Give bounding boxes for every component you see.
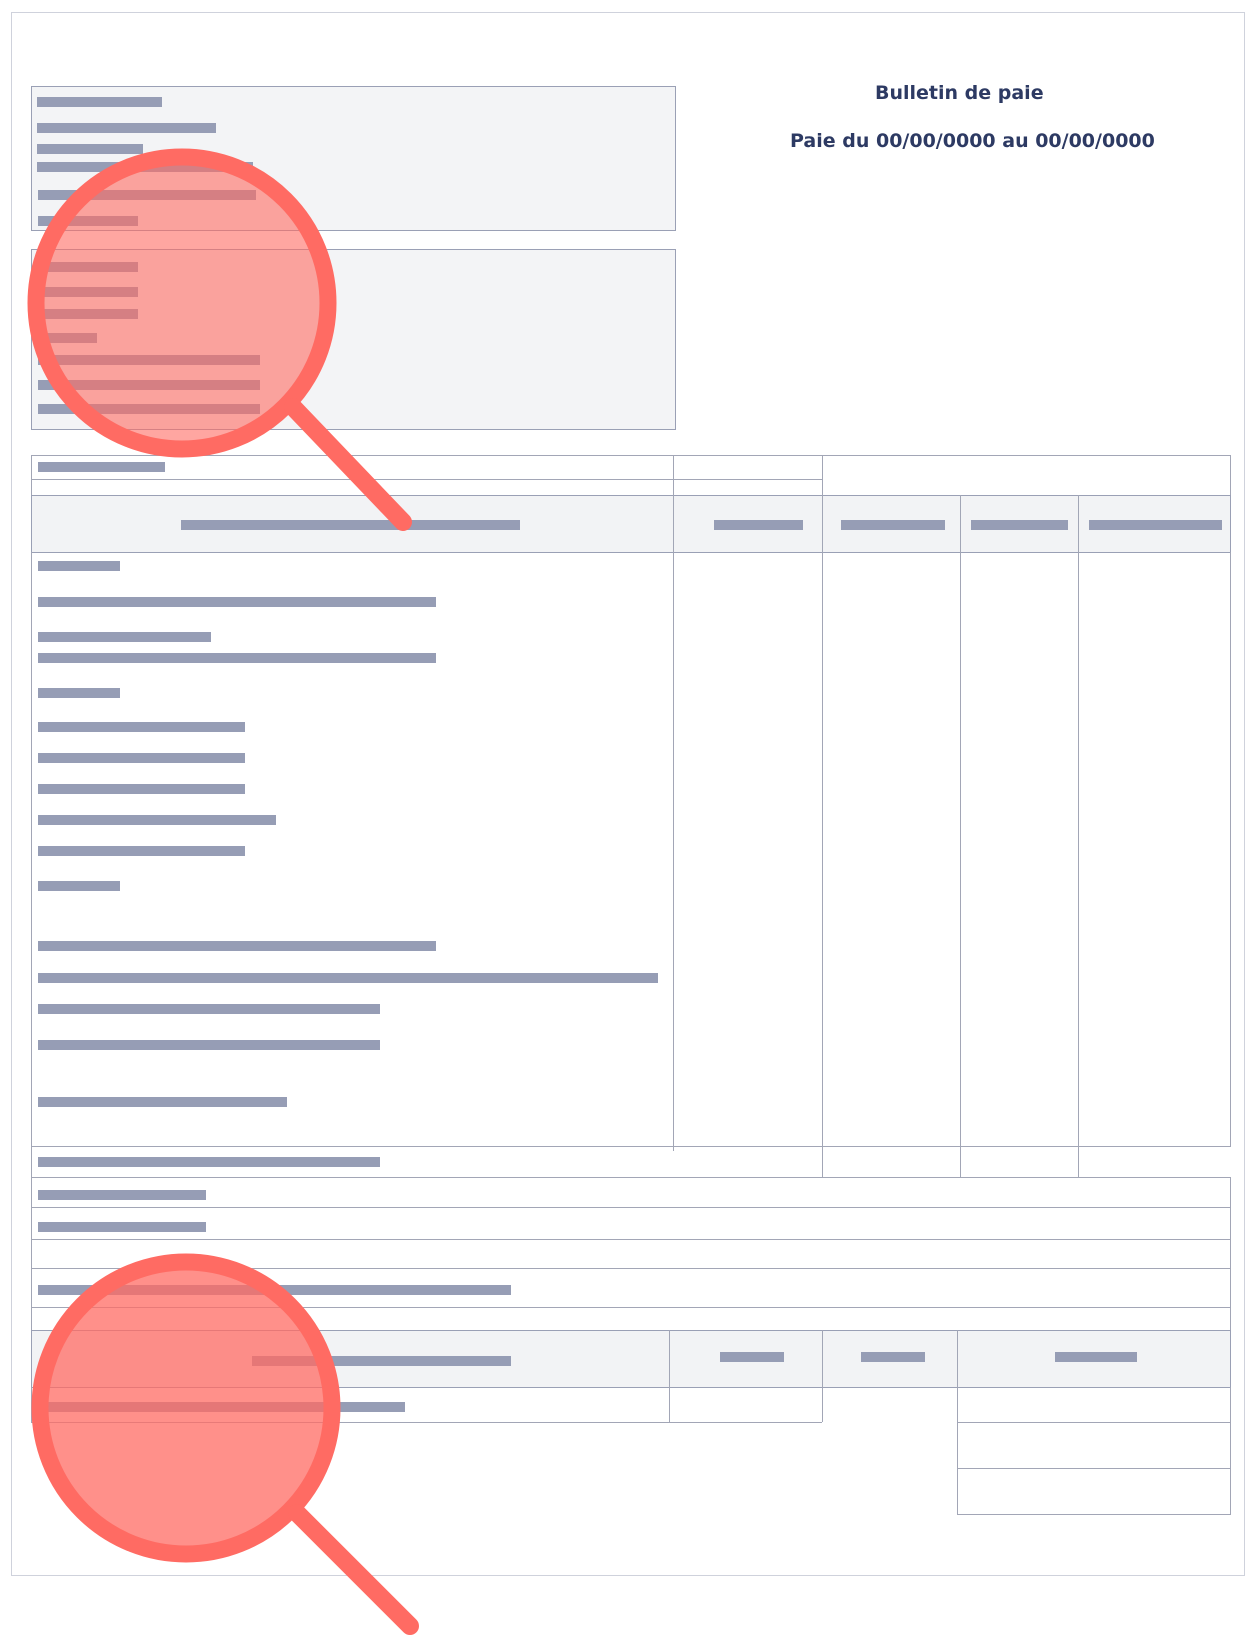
row-divider [957, 1422, 1231, 1423]
employer-line [37, 97, 162, 107]
employer-line [37, 123, 216, 133]
row-divider [957, 1468, 1231, 1469]
column-divider [669, 1330, 670, 1422]
column-header [252, 1356, 511, 1366]
row-divider [31, 1146, 1231, 1147]
table-row-line [38, 784, 245, 794]
summary-line [38, 1190, 206, 1200]
table-border [31, 1387, 32, 1423]
table-row-line [38, 881, 120, 891]
table-row-line [38, 815, 276, 825]
summary-row [31, 1177, 1231, 1208]
table-row-line [38, 846, 245, 856]
bottom-table-header [31, 1330, 1231, 1388]
pay-period: Paie du 00/00/0000 au 00/00/0000 [790, 130, 1155, 152]
column-header [720, 1352, 784, 1362]
employer-line [37, 144, 143, 154]
table-border [31, 552, 32, 1198]
table-row-line [38, 1097, 287, 1107]
row-divider [31, 1422, 822, 1423]
info-row-line [38, 462, 165, 472]
table-row-line [38, 973, 658, 983]
table-row-line [38, 941, 436, 951]
table-row-line [38, 1004, 380, 1014]
column-header [1055, 1352, 1137, 1362]
table-row-line [38, 632, 211, 642]
employee-line [38, 287, 138, 297]
bottom-row-line [38, 1402, 405, 1412]
table-row-line [38, 597, 436, 607]
table-border [1230, 552, 1231, 1146]
employee-line [38, 309, 138, 319]
table-border [1230, 1387, 1231, 1514]
employee-line [38, 380, 260, 390]
table-row-line [38, 753, 245, 763]
employee-line [38, 404, 260, 414]
column-divider [1078, 495, 1079, 1177]
employee-line [38, 355, 260, 365]
summary-line [38, 1285, 511, 1295]
column-divider [822, 495, 823, 1177]
employee-line [38, 333, 97, 343]
table-row-line [38, 653, 436, 663]
info-row-cell [822, 455, 1231, 496]
document-title: Bulletin de paie [875, 82, 1044, 104]
summary-line [38, 1222, 206, 1232]
column-header [714, 520, 803, 530]
row-divider [957, 1514, 1231, 1515]
column-header [861, 1352, 925, 1362]
summary-row [31, 1239, 1231, 1269]
summary-row [31, 1307, 1231, 1331]
info-row-cell [673, 479, 823, 496]
column-header [971, 520, 1068, 530]
column-divider [822, 1330, 823, 1422]
column-header [1089, 520, 1222, 530]
column-header [181, 520, 520, 530]
info-row-cell [673, 455, 823, 480]
table-row-line [38, 722, 245, 732]
column-divider [960, 495, 961, 1177]
employer-line [38, 190, 256, 200]
column-header [841, 520, 945, 530]
employee-info-box [31, 249, 676, 430]
employer-line [38, 216, 138, 226]
info-row-cell [31, 479, 674, 496]
summary-row [31, 1207, 1231, 1240]
table-row-line [38, 688, 120, 698]
totals-line [38, 1157, 380, 1167]
employer-line [37, 162, 253, 172]
employee-line [38, 262, 138, 272]
table-row-line [38, 1040, 380, 1050]
column-divider [673, 495, 674, 1151]
table-row-line [38, 561, 120, 571]
employer-info-box [31, 86, 676, 231]
